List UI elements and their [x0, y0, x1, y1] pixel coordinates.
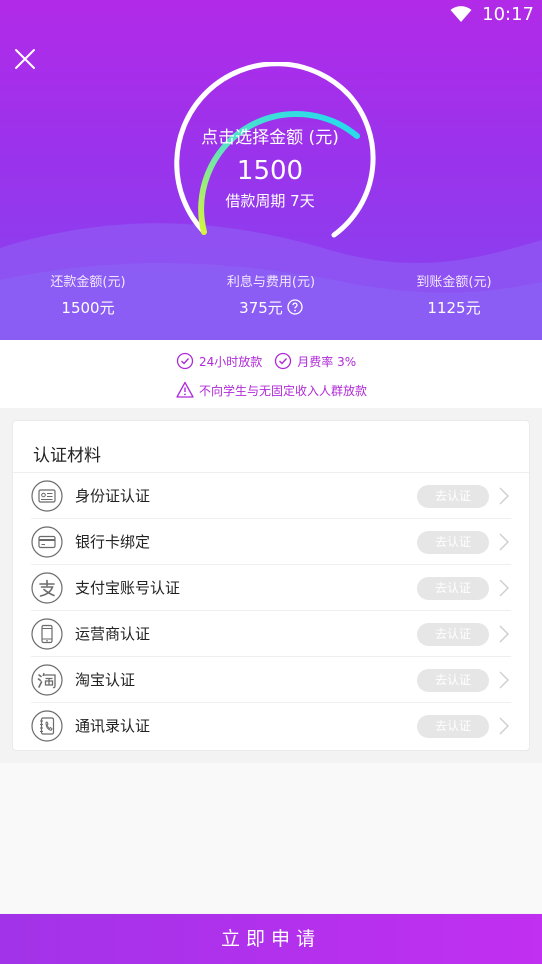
taobao-icon [31, 664, 63, 696]
loan-amount: 1500 [236, 156, 304, 186]
feature-fast-payout: 24小时放款 [199, 354, 263, 369]
loan-notices: 24小时放款 月费率 3% 不向学生与无固定收入人群放款 [0, 340, 542, 408]
loan-period: 借款周期 7天 [225, 192, 315, 210]
verify-button[interactable]: 去认证 [417, 623, 489, 646]
verify-item-id-card[interactable]: 身份证认证 去认证 [31, 473, 511, 519]
warning-row: 不向学生与无固定收入人群放款 [176, 381, 367, 399]
chevron-right-icon [499, 671, 510, 689]
stat-value: 1125元 [427, 299, 481, 317]
stat-received: 到账金额(元) 1125元 [374, 274, 534, 318]
status-bar: 10:17 [0, 0, 542, 30]
item-label: 通讯录认证 [75, 717, 151, 735]
apply-now-button[interactable]: 立即申请 [0, 914, 542, 964]
gauge-text: 点击选择金额 (元) 1500 借款周期 7天 [170, 126, 370, 212]
item-label: 银行卡绑定 [75, 533, 151, 551]
verify-button[interactable]: 去认证 [417, 715, 489, 738]
help-icon[interactable] [287, 299, 303, 315]
check-circle-icon [275, 352, 292, 370]
card-title: 认证材料 [33, 446, 101, 466]
item-label: 淘宝认证 [75, 671, 136, 689]
item-label: 身份证认证 [75, 487, 151, 505]
verify-item-contacts[interactable]: 通讯录认证 去认证 [31, 703, 511, 749]
phone-icon [31, 618, 63, 650]
warning-icon [176, 381, 194, 398]
stat-value: 1500元 [61, 299, 115, 317]
verify-item-carrier[interactable]: 运营商认证 去认证 [31, 611, 511, 657]
verify-item-alipay[interactable]: 支付宝账号认证 去认证 [31, 565, 511, 611]
stat-label: 利息与费用(元) [226, 275, 316, 290]
verify-button[interactable]: 去认证 [417, 485, 489, 508]
stat-value: 375元 [239, 299, 283, 317]
stat-value-row: 375元 [191, 298, 351, 318]
contacts-icon [31, 710, 63, 742]
feature-monthly-rate: 月费率 3% [297, 354, 357, 369]
item-label: 支付宝账号认证 [75, 579, 181, 597]
stat-interest-fees: 利息与费用(元) 375元 [191, 274, 351, 318]
status-time: 10:17 [482, 4, 534, 25]
stat-label: 还款金额(元) [50, 275, 126, 290]
verify-item-taobao[interactable]: 淘宝认证 去认证 [31, 657, 511, 703]
verify-button[interactable]: 去认证 [417, 577, 489, 600]
chevron-right-icon [499, 487, 510, 505]
chevron-right-icon [499, 717, 510, 735]
close-icon[interactable] [14, 48, 36, 70]
stat-label: 到账金额(元) [416, 275, 492, 290]
verify-button[interactable]: 去认证 [417, 531, 489, 554]
chevron-right-icon [499, 579, 510, 597]
verify-item-bank-card[interactable]: 银行卡绑定 去认证 [31, 519, 511, 565]
empty-area [0, 763, 542, 913]
verification-card: 认证材料 身份证认证 去认证 银行卡绑定 去认证 支付宝账号认证 去认证 运营商… [12, 420, 530, 751]
chevron-right-icon [499, 533, 510, 551]
feature-row: 24小时放款 月费率 3% [176, 352, 356, 370]
verify-button[interactable]: 去认证 [417, 669, 489, 692]
amount-selector-label[interactable]: 点击选择金额 (元) [170, 126, 370, 150]
wifi-icon [450, 6, 472, 22]
loan-header: 10:17 点击选择金额 (元) 1500 借款周期 7天 还款金额(元) 15… [0, 0, 542, 340]
item-label: 运营商认证 [75, 625, 151, 643]
stat-repayment: 还款金额(元) 1500元 [8, 274, 168, 318]
chevron-right-icon [499, 625, 510, 643]
check-circle-icon [176, 352, 194, 370]
bank-card-icon [31, 526, 63, 558]
lending-restriction: 不向学生与无固定收入人群放款 [199, 383, 368, 398]
id-card-icon [31, 480, 63, 512]
alipay-icon [31, 572, 63, 604]
